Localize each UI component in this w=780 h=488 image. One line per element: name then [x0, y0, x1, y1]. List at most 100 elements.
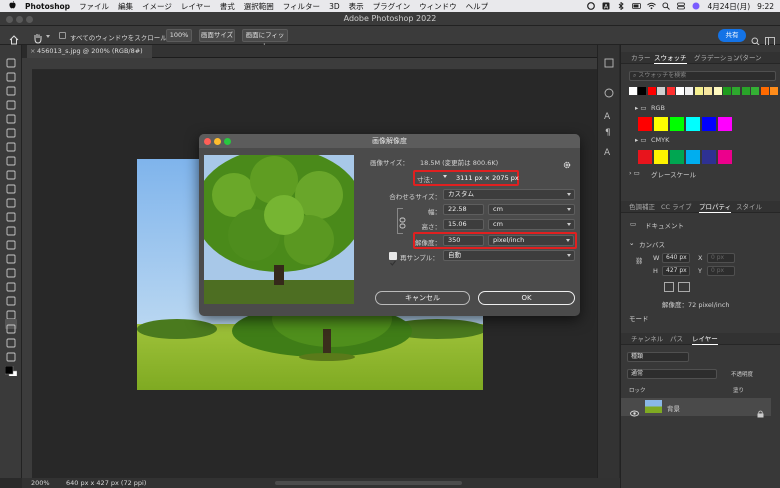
swatch-color[interactable] — [629, 87, 637, 95]
cmyk-folder-icon[interactable]: ▸ ▭ — [635, 136, 646, 144]
resolution-unit-select[interactable]: pixel/inch — [488, 235, 574, 246]
tab-channels[interactable]: チャンネル — [631, 333, 663, 345]
tab-adjustments[interactable]: 色調補正 — [629, 201, 655, 213]
dialog-close-icon[interactable] — [204, 138, 211, 145]
menu-filter[interactable]: フィルター — [283, 1, 320, 12]
healing-tool-icon[interactable] — [5, 151, 17, 166]
swatch-color[interactable] — [760, 87, 769, 95]
eyedropper-tool-icon[interactable] — [5, 137, 17, 152]
canvas-width-input[interactable]: 640 px — [662, 253, 690, 263]
close-tab-icon[interactable]: × — [30, 45, 35, 58]
width-input[interactable]: 22.58 — [443, 204, 484, 215]
bluetooth-icon[interactable] — [617, 1, 625, 11]
link-icon[interactable]: ⛓ — [635, 257, 643, 265]
menu-file[interactable]: ファイル — [79, 1, 109, 12]
dialog-zoom-icon[interactable] — [224, 138, 231, 145]
swatch-color[interactable] — [676, 87, 684, 95]
lock-icon[interactable] — [757, 403, 764, 422]
status-doc-info[interactable]: 640 px x 427 px (72 ppi) — [66, 479, 146, 487]
swatch-color[interactable] — [702, 150, 716, 164]
portrait-icon[interactable] — [664, 282, 674, 292]
ruler-vertical[interactable] — [22, 58, 32, 478]
dodge-tool-icon[interactable] — [5, 249, 17, 264]
swatch-color[interactable] — [718, 150, 732, 164]
search-icon[interactable] — [662, 2, 671, 10]
menu-view[interactable]: 表示 — [349, 1, 364, 12]
menu-layer[interactable]: レイヤー — [181, 1, 211, 12]
swatch-color[interactable] — [702, 117, 716, 131]
landscape-icon[interactable] — [678, 282, 690, 292]
tool-preset-dropdown[interactable] — [46, 35, 50, 38]
tab-swatches[interactable]: スウォッチ — [654, 52, 687, 64]
scroll-all-checkbox[interactable] — [59, 32, 66, 39]
blur-tool-icon[interactable] — [5, 235, 17, 250]
layer-filter-kind[interactable]: 種類 — [627, 352, 689, 362]
eraser-tool-icon[interactable] — [5, 207, 17, 222]
ok-button[interactable]: OK — [478, 291, 575, 305]
menu-window[interactable]: ウィンドウ — [419, 1, 457, 12]
canvas-height-input[interactable]: 427 px — [662, 266, 690, 276]
menu-image[interactable]: イメージ — [142, 1, 172, 12]
rectangle-tool-icon[interactable] — [5, 305, 17, 320]
path-select-tool-icon[interactable] — [5, 291, 17, 306]
swatch-color[interactable] — [723, 87, 731, 95]
lasso-tool-icon[interactable] — [5, 81, 17, 96]
eye-icon[interactable] — [630, 402, 639, 421]
swatch-color[interactable] — [654, 150, 668, 164]
history-icon[interactable] — [604, 53, 614, 72]
type-tool-icon[interactable] — [5, 277, 17, 292]
creative-cloud-icon[interactable] — [587, 2, 596, 10]
swatch-color[interactable] — [666, 87, 675, 95]
swatch-color[interactable] — [638, 150, 652, 164]
quick-select-tool-icon[interactable] — [5, 95, 17, 110]
menu-edit[interactable]: 編集 — [118, 1, 133, 12]
swatch-color[interactable] — [704, 87, 713, 95]
glyphs-icon[interactable]: A — [604, 141, 614, 160]
resample-select[interactable]: 自動 — [443, 250, 575, 261]
gradient-tool-icon[interactable] — [5, 221, 17, 236]
swatch-color[interactable] — [685, 87, 694, 95]
menu-type[interactable]: 書式 — [220, 1, 235, 12]
share-button[interactable]: 共有 — [718, 29, 746, 42]
swatch-color[interactable] — [638, 117, 652, 131]
fill-screen-button[interactable]: 画面にフィット — [242, 29, 288, 50]
swatch-search-input[interactable]: ⌕ スウォッチを検索 — [629, 71, 776, 81]
tab-cc-libraries[interactable]: CC ライブ — [661, 201, 692, 213]
menu-app[interactable]: Photoshop — [25, 2, 70, 11]
adobe-icon[interactable]: A — [602, 2, 610, 11]
menu-select[interactable]: 選択範囲 — [244, 1, 274, 12]
tab-pattern[interactable]: パターン — [736, 52, 762, 64]
tab-paths[interactable]: パス — [670, 333, 683, 345]
tab-styles[interactable]: スタイル — [736, 201, 762, 213]
height-input[interactable]: 15.06 — [443, 219, 484, 230]
menu-3d[interactable]: 3D — [329, 2, 340, 11]
fit-screen-button[interactable]: 画面サイズ — [199, 29, 235, 42]
move-tool-icon[interactable] — [5, 53, 17, 68]
tab-color[interactable]: カラー — [631, 52, 651, 64]
horizontal-scrollbar[interactable] — [275, 481, 462, 485]
wifi-icon[interactable] — [647, 2, 657, 10]
canvas-y-input[interactable]: 0 px — [707, 266, 735, 276]
tab-properties[interactable]: プロパティ — [699, 201, 732, 213]
swatch-color[interactable] — [741, 87, 750, 95]
swatch-color[interactable] — [686, 150, 700, 164]
cancel-button[interactable]: キャンセル — [375, 291, 470, 305]
resolution-input[interactable]: 350 — [443, 235, 484, 246]
tab-gradient[interactable]: グラデーション — [694, 52, 739, 64]
swatch-color[interactable] — [638, 87, 647, 95]
document-tab[interactable]: × 456013_s.jpg @ 200% (RGB/8#) — [27, 45, 152, 58]
layer-row[interactable]: 背景 — [621, 398, 771, 418]
swatch-color[interactable] — [670, 117, 684, 131]
crop-tool-icon[interactable] — [5, 109, 17, 124]
swatch-color[interactable] — [732, 87, 741, 95]
swatch-color[interactable] — [713, 87, 722, 95]
swatch-color[interactable] — [770, 87, 778, 95]
brush-tool-icon[interactable] — [5, 165, 17, 180]
swatch-color[interactable] — [751, 87, 760, 95]
blend-mode-select[interactable]: 通常 — [627, 369, 717, 379]
clone-stamp-tool-icon[interactable] — [5, 179, 17, 194]
canvas-x-input[interactable]: 0 px — [707, 253, 735, 263]
menu-help[interactable]: ヘルプ — [466, 1, 489, 12]
rgb-folder-icon[interactable]: ▸ ▭ — [635, 104, 646, 112]
color-adjust-icon[interactable] — [604, 83, 614, 102]
